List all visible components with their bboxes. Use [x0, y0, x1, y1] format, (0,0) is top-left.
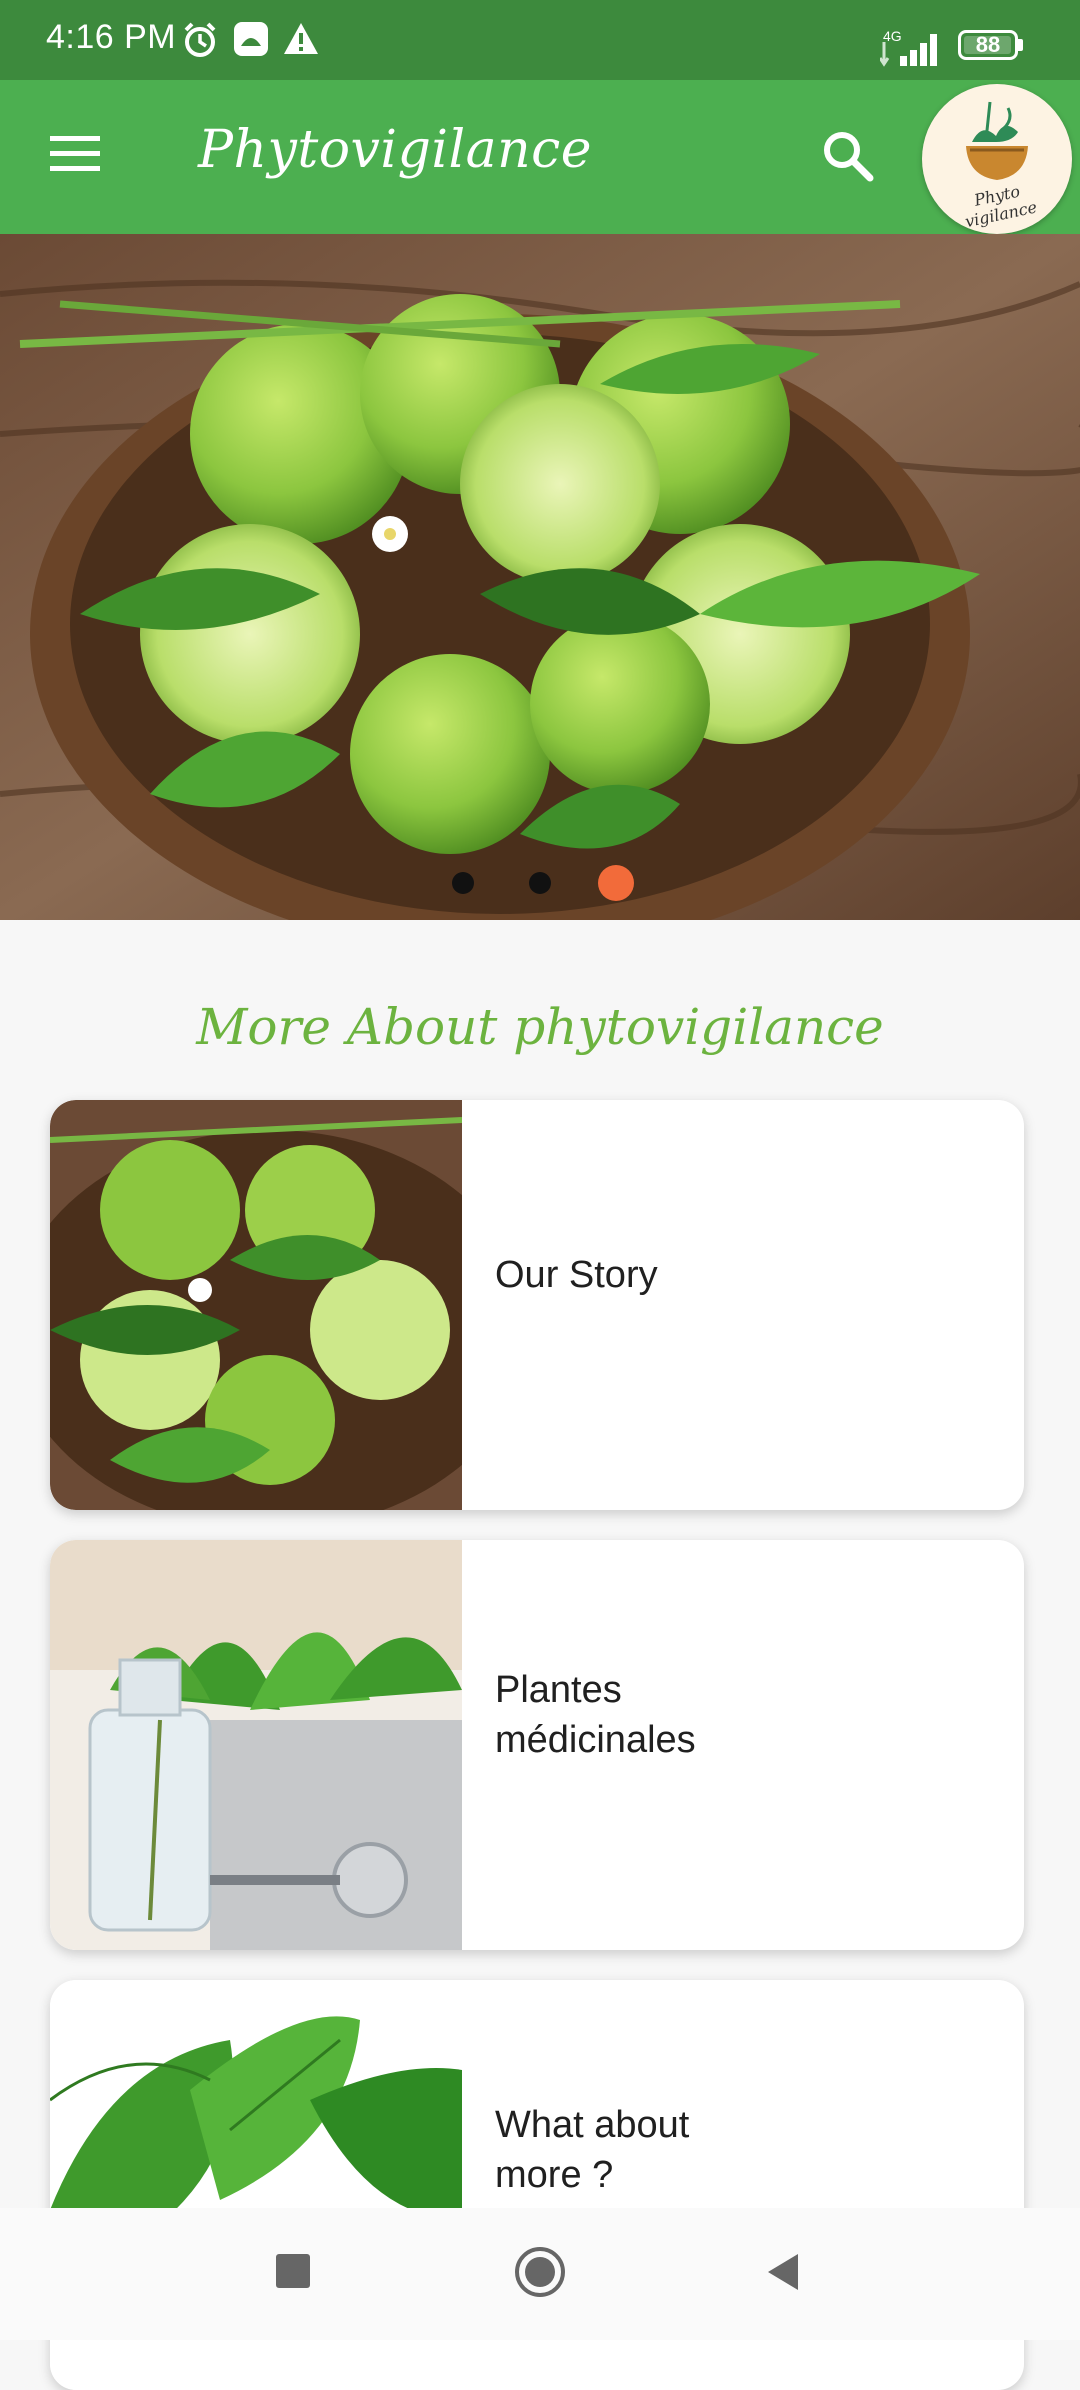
system-nav-bar — [0, 2208, 1080, 2340]
battery-level: 88 — [975, 32, 1001, 57]
app-logo[interactable]: Phyto vigilance — [922, 84, 1072, 234]
menu-icon[interactable] — [46, 132, 104, 176]
carousel-dot-2[interactable] — [529, 872, 551, 894]
section-title: More About phytovigilance — [196, 998, 884, 1056]
battery-icon: 88 — [958, 30, 1018, 60]
alarm-icon — [184, 22, 216, 57]
card-image-herbs — [50, 1540, 462, 1950]
warning-icon — [284, 23, 318, 54]
card-label: Our Story — [495, 1254, 658, 1296]
signal-icon — [880, 34, 937, 67]
card-image-lime-bowl — [50, 1100, 462, 1510]
card-our-story[interactable]: Our Story — [50, 1100, 1024, 1510]
hero-carousel[interactable] — [0, 234, 1080, 920]
status-time: 4:16 PM — [46, 18, 177, 56]
battery-tip — [1018, 39, 1023, 51]
back-button[interactable] — [764, 2252, 804, 2292]
home-button[interactable] — [514, 2246, 566, 2298]
card-label: Plantes médicinales — [495, 1669, 696, 1761]
recents-button[interactable] — [276, 2254, 310, 2288]
status-bar: 4:16 PM 4G 88 — [0, 0, 1080, 80]
app-bar: Phytovigilance Phyto vigilance — [0, 80, 1080, 234]
search-icon[interactable] — [820, 128, 876, 184]
card-label: What about more ? — [495, 2104, 690, 2196]
app-notification-icon — [234, 22, 268, 56]
hero-image — [0, 234, 1080, 920]
card-plantes-medicinales[interactable]: Plantes médicinales — [50, 1540, 1024, 1950]
app-title: Phytovigilance — [198, 120, 593, 180]
carousel-dot-1[interactable] — [452, 872, 474, 894]
carousel-dot-3-active[interactable] — [598, 865, 634, 901]
